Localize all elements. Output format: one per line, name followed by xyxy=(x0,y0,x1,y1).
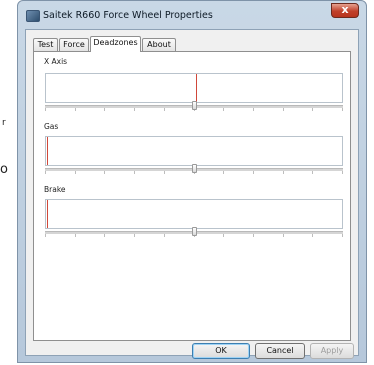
dialog-client-area: Test Force Deadzones About X Axis Gas Br… xyxy=(25,29,359,359)
slider-tick xyxy=(164,234,165,237)
tab-test[interactable]: Test xyxy=(33,38,58,51)
tab-force[interactable]: Force xyxy=(59,38,89,51)
slider-tick xyxy=(312,234,313,237)
cancel-button[interactable]: Cancel xyxy=(255,343,305,359)
slider-thumb[interactable] xyxy=(192,164,197,173)
brake-label: Brake xyxy=(44,185,66,194)
slider-tick xyxy=(45,108,46,111)
slider-tick xyxy=(104,171,105,174)
slider-tick xyxy=(104,234,105,237)
brake-position-marker xyxy=(47,200,48,228)
slider-tick xyxy=(253,234,254,237)
x-axis-label: X Axis xyxy=(44,57,68,66)
tab-about[interactable]: About xyxy=(142,38,176,51)
slider-tick xyxy=(75,108,76,111)
slider-tick xyxy=(134,108,135,111)
x-axis-deadzone-slider[interactable] xyxy=(45,100,343,112)
edge-text-fragment: o xyxy=(0,162,8,177)
brake-deadzone-slider[interactable] xyxy=(45,226,343,238)
title-bar[interactable]: Saitek R660 Force Wheel Properties x xyxy=(18,1,366,31)
x-axis-deadzone-display xyxy=(45,73,343,103)
deadzones-panel: X Axis Gas Brake xyxy=(33,51,351,341)
slider-tick xyxy=(312,108,313,111)
slider-tick xyxy=(104,108,105,111)
gas-position-marker xyxy=(47,137,48,165)
game-controller-icon xyxy=(26,10,40,22)
x-axis-position-marker xyxy=(196,74,197,102)
close-icon: x xyxy=(341,3,349,16)
slider-tick xyxy=(223,108,224,111)
slider-tick xyxy=(342,234,343,237)
slider-tick xyxy=(75,234,76,237)
slider-tick xyxy=(283,108,284,111)
slider-tick xyxy=(312,171,313,174)
slider-tick xyxy=(223,171,224,174)
tab-deadzones[interactable]: Deadzones xyxy=(90,36,141,52)
slider-tick xyxy=(342,171,343,174)
slider-tick xyxy=(283,171,284,174)
slider-tick xyxy=(75,171,76,174)
brake-deadzone-display xyxy=(45,199,343,229)
slider-tick xyxy=(134,234,135,237)
slider-tick xyxy=(45,171,46,174)
slider-tick xyxy=(253,108,254,111)
apply-button[interactable]: Apply xyxy=(310,343,354,359)
gas-label: Gas xyxy=(44,122,59,131)
slider-thumb[interactable] xyxy=(192,227,197,236)
ok-button[interactable]: OK xyxy=(192,343,250,359)
slider-tick xyxy=(223,234,224,237)
gas-deadzone-display xyxy=(45,136,343,166)
slider-tick xyxy=(253,171,254,174)
slider-tick xyxy=(45,234,46,237)
properties-window: Saitek R660 Force Wheel Properties x Tes… xyxy=(17,0,367,363)
slider-tick xyxy=(134,171,135,174)
slider-tick xyxy=(283,234,284,237)
slider-tick xyxy=(164,108,165,111)
gas-deadzone-slider[interactable] xyxy=(45,163,343,175)
window-title: Saitek R660 Force Wheel Properties xyxy=(43,10,213,21)
slider-tick xyxy=(342,108,343,111)
slider-tick xyxy=(164,171,165,174)
slider-thumb[interactable] xyxy=(192,101,197,110)
close-button[interactable]: x xyxy=(331,3,359,18)
edge-text-fragment: r xyxy=(2,118,6,128)
